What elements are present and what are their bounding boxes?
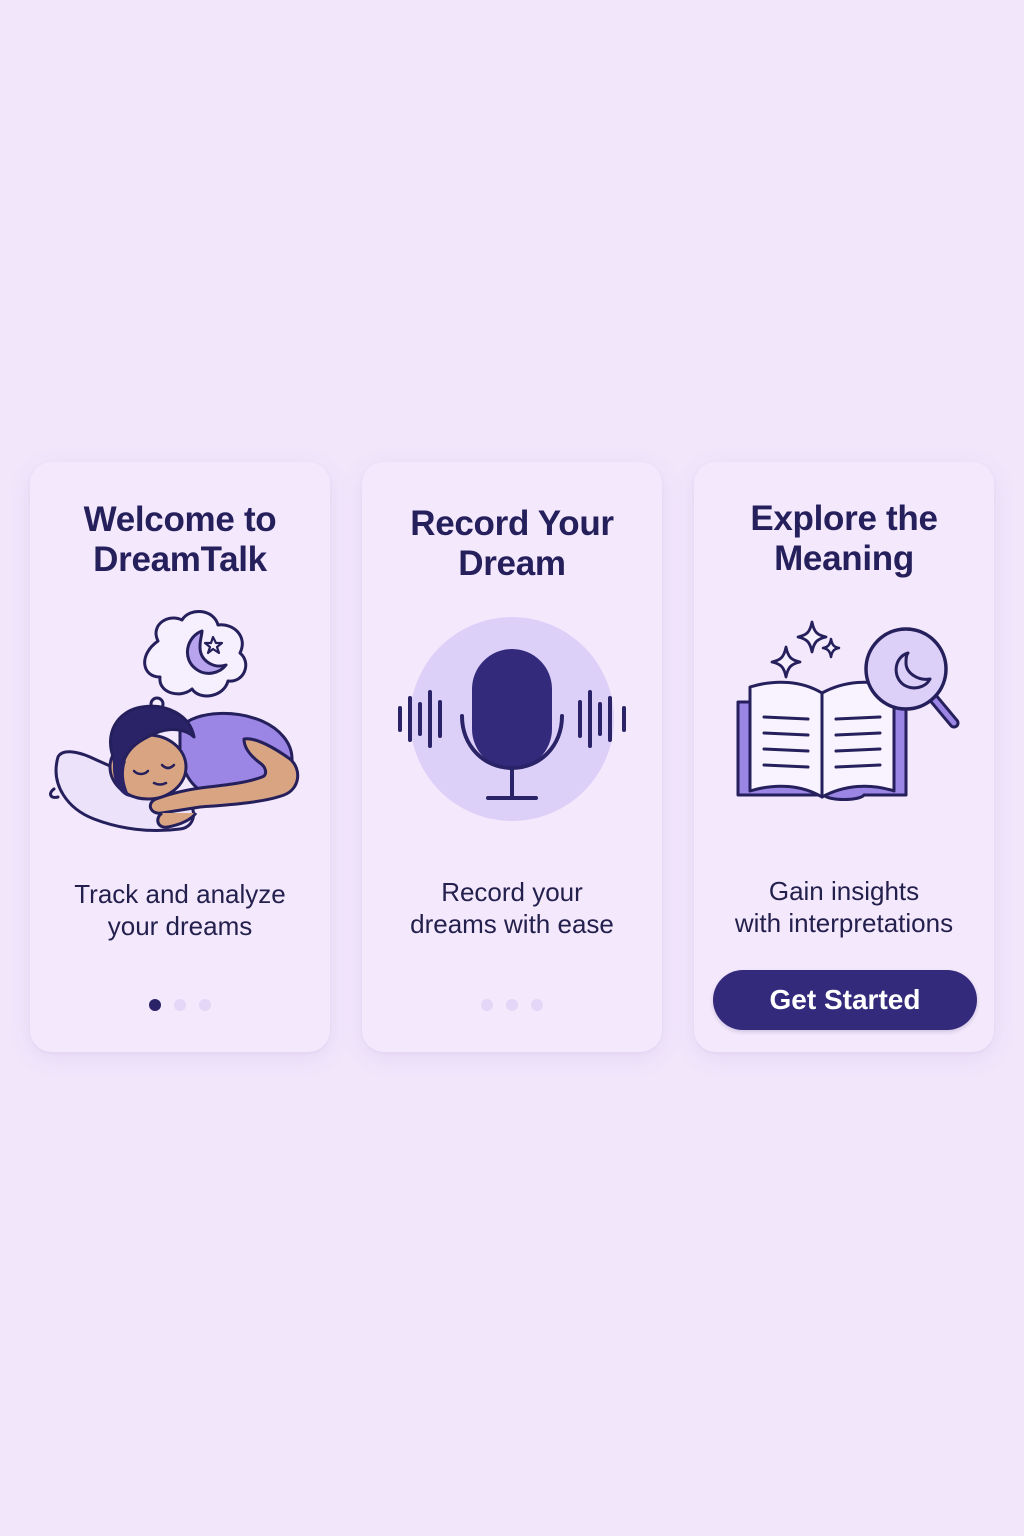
screen-description-line-2: with interpretations [734,908,954,938]
screen-title-line-2: Dream [458,544,566,583]
screen-description: Gain insights with interpretations [694,875,994,939]
page-indicator-dot[interactable] [174,999,186,1011]
screen-title-line-1: Explore the [750,499,938,538]
screen-title-line-1: Welcome to [83,500,277,539]
onboarding-card-record: Record Your Dream Record your dreams wit… [362,462,662,1052]
screen-description: Record your dreams with ease [362,876,662,940]
microphone-illustration [398,617,626,821]
screen-description-line-1: Record your [441,877,583,907]
page-indicator-dot[interactable] [531,999,543,1011]
onboarding-card-welcome: Welcome to DreamTalk Track and analyze y… [30,462,330,1052]
onboarding-card-explore: Explore the Meaning Gain insights with i… [694,462,994,1052]
screen-title-line-1: Record Your [410,504,614,543]
screen-title: Explore the Meaning [694,499,994,579]
sleeping-person-illustration [49,610,300,832]
screen-title: Welcome to DreamTalk [30,500,330,580]
sparkle-icon [796,620,828,654]
page-indicator-dot-active[interactable] [149,999,161,1011]
screen-title: Record Your Dream [362,504,662,584]
open-book-illustration [736,620,960,801]
screen-title-line-2: Meaning [774,539,914,578]
screen-description-line-2: dreams with ease [410,909,614,939]
screen-description: Track and analyze your dreams [30,878,330,942]
sparkle-icon [821,637,841,659]
page-indicator [362,999,662,1011]
screen-title-line-2: DreamTalk [93,540,267,579]
get-started-button[interactable]: Get Started [713,970,977,1030]
page-indicator-dot[interactable] [506,999,518,1011]
screen-description-line-1: Track and analyze [74,879,286,909]
page-indicator [30,999,330,1011]
screen-description-line-2: your dreams [107,911,253,941]
book-left-page [748,680,824,799]
onboarding-screens: Welcome to DreamTalk Track and analyze y… [30,462,994,1052]
page-indicator-dot[interactable] [481,999,493,1011]
page-indicator-dot[interactable] [199,999,211,1011]
screen-description-line-1: Gain insights [768,876,920,906]
sparkle-icon [770,645,802,679]
